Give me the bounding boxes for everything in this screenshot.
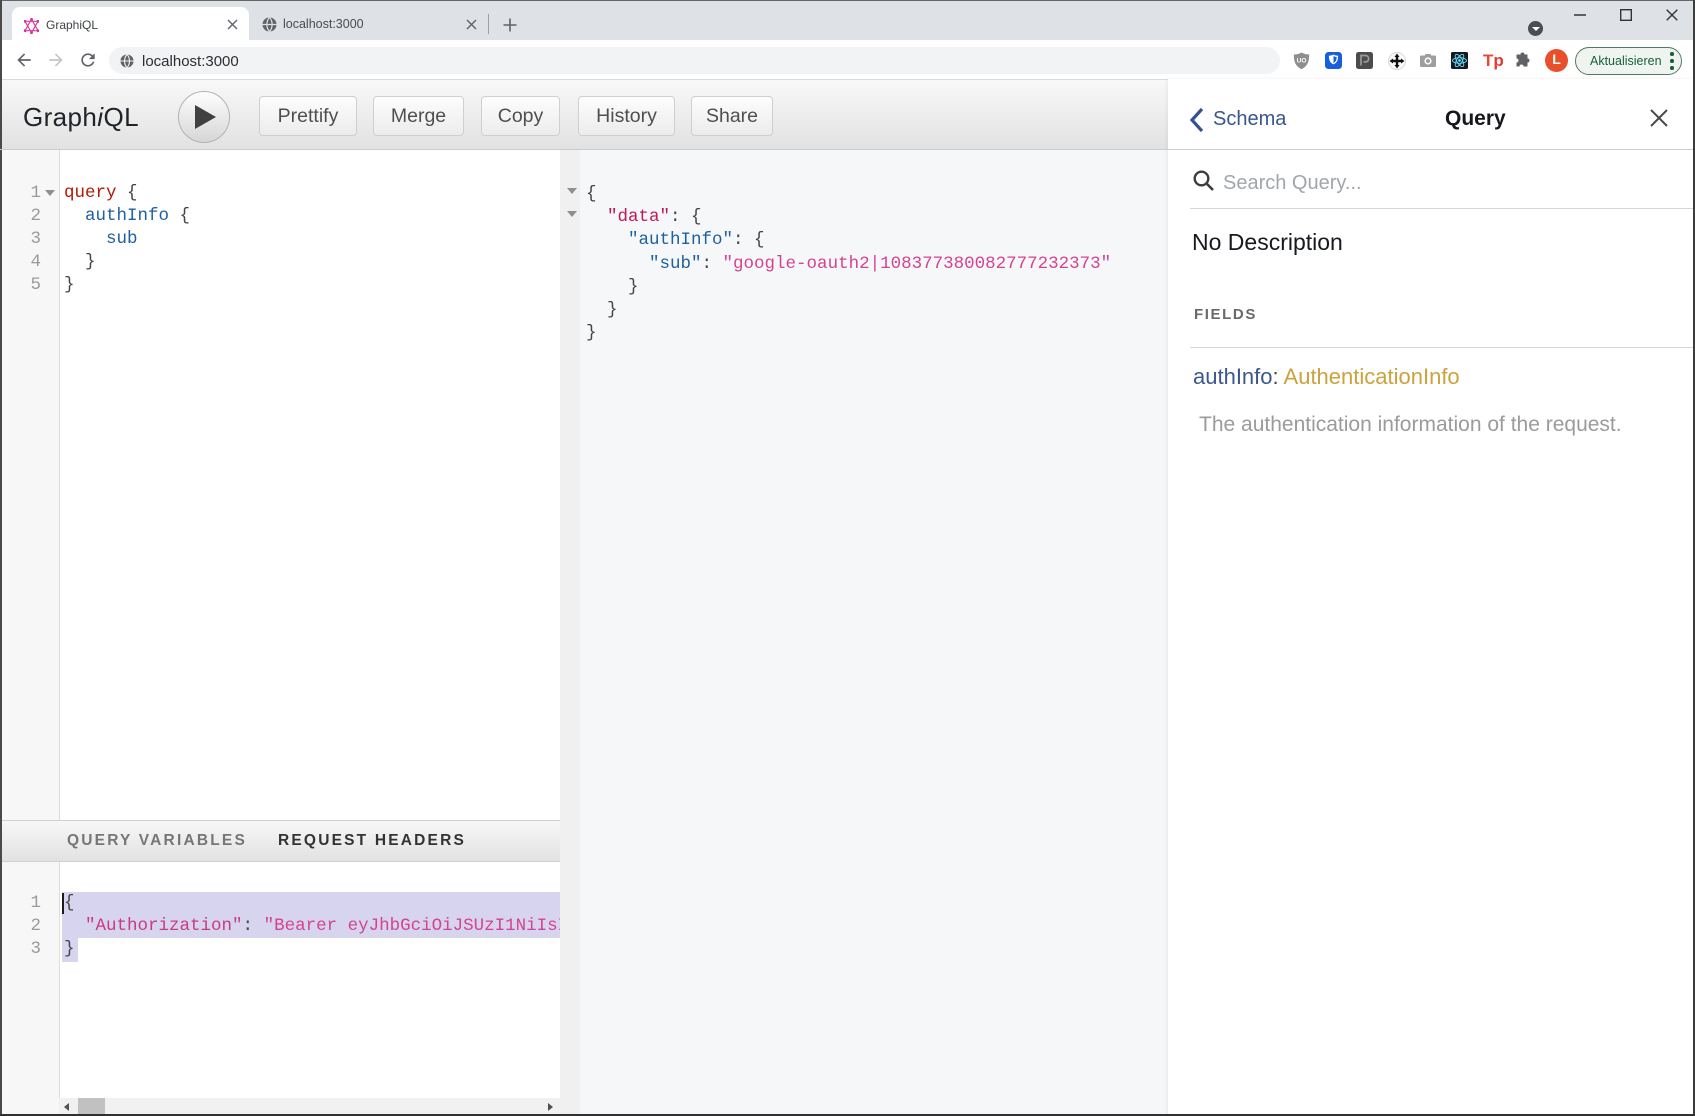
- svg-text:UO: UO: [1297, 58, 1307, 65]
